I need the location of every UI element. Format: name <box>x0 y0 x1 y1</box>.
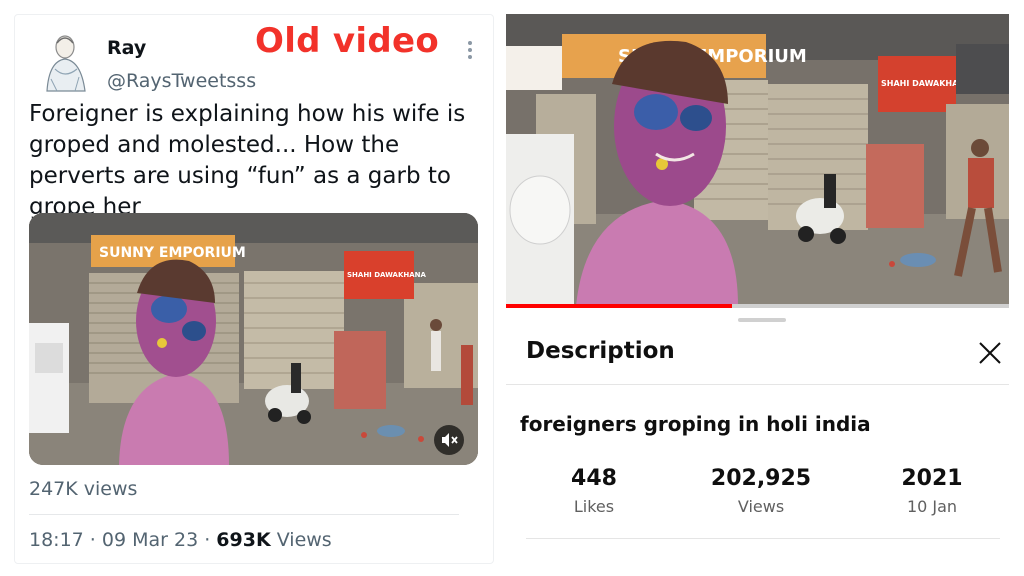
description-title: Description <box>526 338 675 364</box>
avatar[interactable] <box>37 29 95 93</box>
date-label: 10 Jan <box>906 497 958 516</box>
video-title: foreigners groping in holi india <box>520 412 871 436</box>
close-icon[interactable] <box>977 340 1003 366</box>
tweet-timestamp[interactable]: 18:17 · 09 Mar 23 · <box>29 529 216 551</box>
tweet-meta: 18:17 · 09 Mar 23 · 693K Views <box>29 529 332 551</box>
youtube-panel: SUNNY EMPORIUM SHAHI DAWAKHANA Descripti… <box>506 14 1009 562</box>
video-progress-bar[interactable] <box>506 304 1009 308</box>
screenshot-collage: Ray @RaysTweetsss Old video Foreigner is… <box>0 0 1024 576</box>
mute-icon <box>442 433 458 447</box>
tweet-text: Foreigner is explaining how his wife is … <box>29 101 466 220</box>
stat-likes: 448 Likes <box>524 466 664 516</box>
shop-sign-sunny: SUNNY EMPORIUM <box>99 245 246 261</box>
video-view-count: 247K views <box>29 478 138 500</box>
divider <box>526 538 1000 539</box>
sheet-drag-handle[interactable] <box>738 318 786 322</box>
youtube-video-player[interactable]: SUNNY EMPORIUM SHAHI DAWAKHANA <box>506 14 1009 306</box>
mute-button[interactable] <box>434 425 464 455</box>
more-vertical-icon[interactable] <box>467 39 473 61</box>
likes-label: Likes <box>573 497 615 516</box>
tweet-card: Ray @RaysTweetsss Old video Foreigner is… <box>14 14 494 564</box>
stat-date: 2021 10 Jan <box>862 466 1002 516</box>
stat-views: 202,925 Views <box>691 466 831 516</box>
views-label: Views <box>737 497 785 516</box>
tweet-views-label: Views <box>270 529 332 551</box>
author-handle[interactable]: @RaysTweetsss <box>107 70 256 92</box>
divider <box>29 514 459 515</box>
year-value: 2021 <box>901 466 963 491</box>
old-video-caption: Old video <box>255 21 440 61</box>
views-value: 202,925 <box>710 466 812 491</box>
likes-value: 448 <box>571 466 617 491</box>
description-sheet: Description foreigners groping in holi i… <box>506 310 1009 562</box>
divider <box>506 384 1009 385</box>
author-name[interactable]: Ray <box>107 37 146 59</box>
tweet-view-count: 693K <box>216 529 271 551</box>
tweet-video[interactable]: SUNNY EMPORIUM SHAHI DAWAKHANA <box>29 213 478 465</box>
shop-sign-shahi: SHAHI DAWAKHANA <box>347 271 427 279</box>
video-progress-fill <box>506 304 733 308</box>
